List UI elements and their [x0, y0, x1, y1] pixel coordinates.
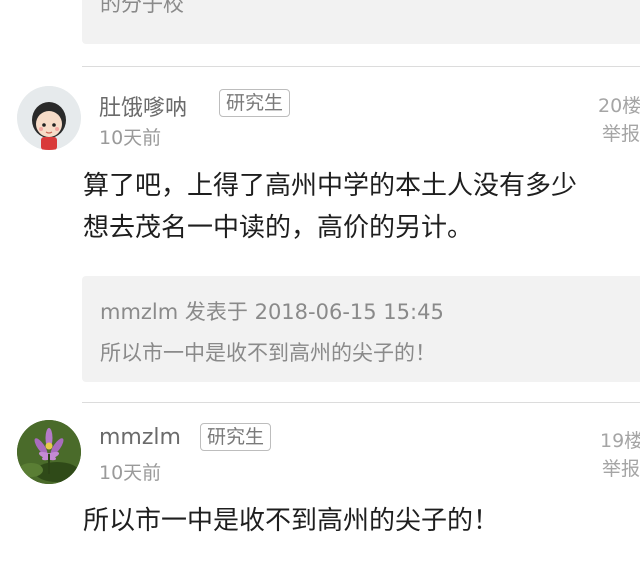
content-line: 想去茂名一中读的，高价的另计。 — [83, 213, 474, 243]
divider — [82, 66, 640, 67]
post-time: 10天前 — [99, 127, 162, 149]
floor-number: 20楼 — [598, 95, 640, 117]
floor-number: 19楼 — [600, 430, 640, 452]
post-content: 算了吧，上得了高州中学的本土人没有多少 想去茂名一中读的，高价的另计。 — [83, 165, 640, 249]
quote-meta: mmzlm 发表于 2018-06-15 15:45 — [100, 300, 444, 324]
username[interactable]: 肚饿嗲呐 — [99, 90, 187, 122]
cartoon-girl-avatar-icon — [17, 86, 81, 150]
report-link[interactable]: 举报 — [602, 119, 640, 146]
quote-text: 所以市一中是收不到高州的尖子的！ — [100, 341, 436, 365]
top-quote-text: 的分子校 — [100, 0, 184, 16]
content-line: 所以市一中是收不到高州的尖子的！ — [83, 506, 500, 536]
user-avatar[interactable] — [17, 420, 81, 484]
report-link[interactable]: 举报 — [602, 454, 640, 481]
user-level-badge: 研究生 — [200, 423, 272, 451]
post-content: 所以市一中是收不到高州的尖子的！ — [83, 500, 640, 542]
post-time: 10天前 — [99, 462, 162, 484]
divider — [82, 402, 640, 403]
user-avatar[interactable] — [17, 86, 81, 150]
content-line: 算了吧，上得了高州中学的本土人没有多少 — [83, 171, 578, 201]
top-quote-box: 的分子校 — [82, 0, 640, 44]
user-level-badge: 研究生 — [219, 89, 291, 117]
lotus-flower-avatar-icon — [17, 420, 81, 484]
username[interactable]: mmzlm — [99, 425, 181, 450]
quote-box: mmzlm 发表于 2018-06-15 15:45 所以市一中是收不到高州的尖… — [82, 276, 640, 382]
